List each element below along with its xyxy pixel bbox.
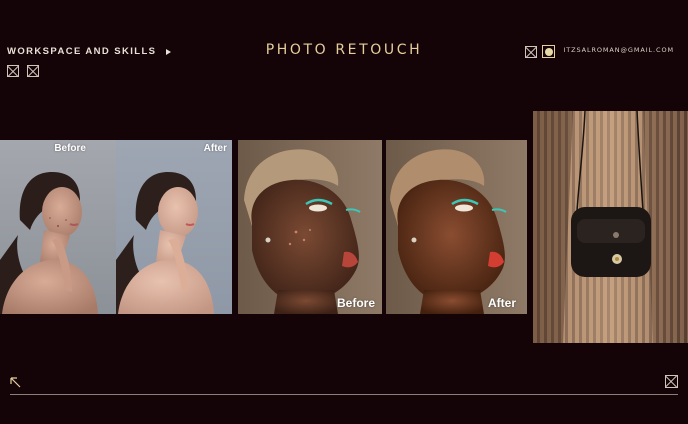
footer-divider — [10, 394, 678, 395]
portrait-before-after-image — [238, 140, 527, 314]
theme-toggle-icon[interactable] — [542, 45, 555, 58]
crossed-square-icon[interactable] — [665, 375, 678, 388]
retouch-photo-woman: Before After — [0, 140, 232, 314]
after-label: After — [203, 143, 227, 154]
crossed-square-icon[interactable] — [27, 65, 39, 77]
crossed-square-icon[interactable] — [525, 46, 537, 58]
contact-email[interactable]: ITZSALROMAN@GMAIL.COM — [563, 46, 674, 54]
after-label: After — [488, 296, 517, 310]
crossed-square-icon[interactable] — [7, 65, 19, 77]
before-label: Before — [337, 296, 376, 310]
before-label: Before — [54, 143, 86, 154]
woman-before-after-image — [0, 140, 232, 314]
arrow-up-left-icon[interactable] — [10, 377, 22, 389]
retouch-photo-bag — [533, 111, 688, 343]
retouch-photo-portrait: Before After — [238, 140, 527, 314]
bag-product-image — [533, 111, 688, 343]
